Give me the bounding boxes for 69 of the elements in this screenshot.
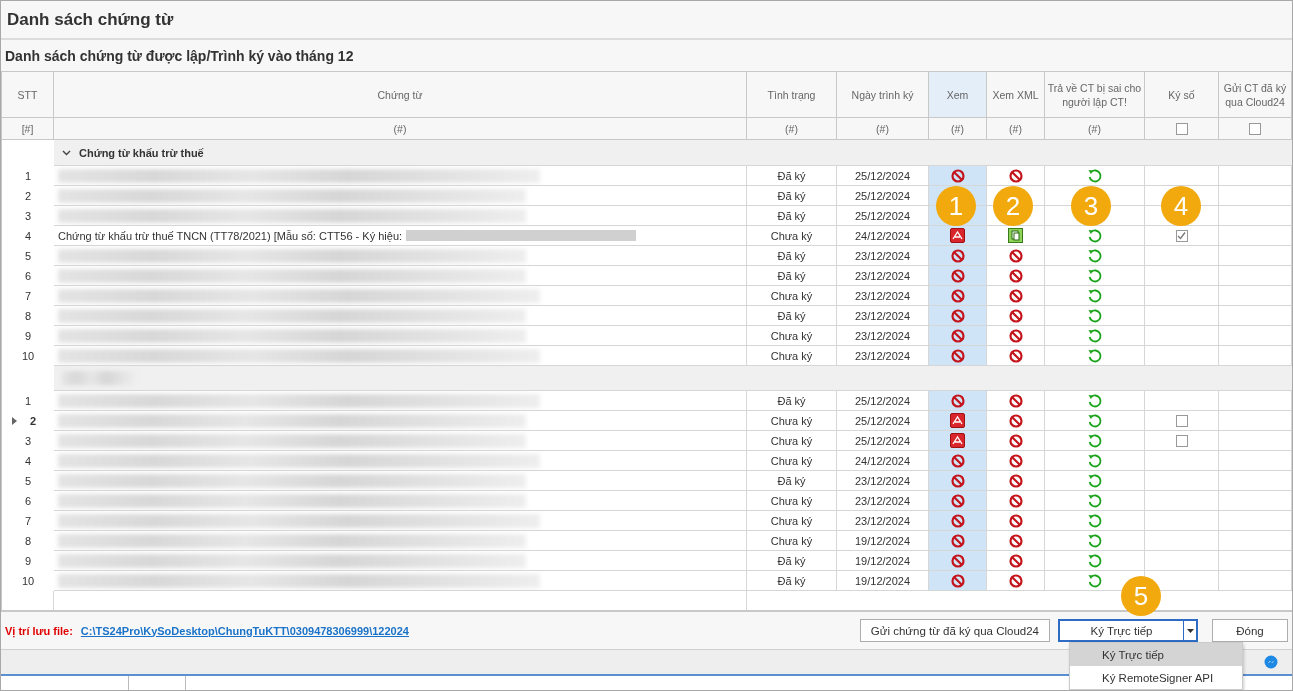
column-header[interactable]: Ngày trình ký (837, 72, 929, 118)
status-cell: Chưa ký (747, 431, 837, 451)
close-button[interactable]: Đóng (1212, 619, 1288, 642)
date-cell: 19/12/2024 (837, 551, 929, 571)
column-header[interactable]: Xem (929, 72, 987, 118)
status-cell: Đã ký (747, 471, 837, 491)
date-cell: 25/12/2024 (837, 411, 929, 431)
date-cell: 24/12/2024 (837, 451, 929, 471)
date-cell: 19/12/2024 (837, 531, 929, 551)
status-cell: Chưa ký (747, 491, 837, 511)
status-cell: Chưa ký (747, 531, 837, 551)
date-cell: 23/12/2024 (837, 491, 929, 511)
file-path-link[interactable]: C:\TS24Pro\KySoDesktop\ChungTuKTT\0309478306999\122024 (80, 624, 409, 637)
date-cell: 19/12/2024 (837, 571, 929, 591)
status-cell: Đã ký (747, 166, 837, 186)
date-cell: 25/12/2024 (837, 166, 929, 186)
column-header[interactable]: Xem XML (987, 72, 1045, 118)
filter-cell[interactable]: (#) (987, 118, 1045, 140)
list-heading: Danh sách chứng từ được lập/Trình ký vào tháng 12 (5, 47, 354, 64)
sign-split-button[interactable]: Ký Trực tiếp (1058, 619, 1198, 642)
document-name: Chứng từ khấu trừ thuế TNCN (TT78/2021) [Mẫu số: CTT56 - Ký hiệu: (58, 229, 403, 242)
date-cell: 23/12/2024 (837, 471, 929, 491)
status-cell: Chưa ký (747, 451, 837, 471)
filter-cell[interactable]: (#) (54, 118, 747, 140)
send-cloud-button[interactable]: Gửi chứng từ đã ký qua Cloud24 (859, 619, 1050, 642)
date-cell: 23/12/2024 (837, 326, 929, 346)
date-cell: 23/12/2024 (837, 306, 929, 326)
filter-cell[interactable]: (#) (837, 118, 929, 140)
column-header[interactable]: Tình trạng (747, 72, 837, 118)
status-cell: Chưa ký (747, 286, 837, 306)
date-cell: 23/12/2024 (837, 346, 929, 366)
status-cell: Đã ký (747, 266, 837, 286)
filter-cell[interactable]: (#) (747, 118, 837, 140)
group-row[interactable]: Chứng từ khấu trừ thuế (54, 140, 1292, 166)
date-cell: 23/12/2024 (837, 246, 929, 266)
status-cell: Đã ký (747, 391, 837, 411)
column-header[interactable]: Trả về CT bị sai cho người lập CT! (1045, 72, 1145, 118)
date-cell: 25/12/2024 (837, 391, 929, 411)
date-cell: 23/12/2024 (837, 266, 929, 286)
status-cell: Chưa ký (747, 346, 837, 366)
column-header[interactable]: Gửi CT đã ký qua Cloud24 (1219, 72, 1292, 118)
filter-cell[interactable]: (#) (1045, 118, 1145, 140)
status-cell: Chưa ký (747, 326, 837, 346)
status-cell: Đã ký (747, 551, 837, 571)
menu-item[interactable]: Ký Trực tiếp (1070, 643, 1242, 666)
status-cell: Đã ký (747, 571, 837, 591)
file-location-label: Vị trí lưu file: (5, 624, 73, 637)
status-cell: Chưa ký (747, 226, 837, 246)
filter-cell[interactable]: [#] (2, 118, 54, 140)
status-cell: Đã ký (747, 306, 837, 326)
date-cell: 25/12/2024 (837, 206, 929, 226)
date-cell: 23/12/2024 (837, 286, 929, 306)
sign-button[interactable]: Ký Trực tiếp (1060, 621, 1184, 640)
status-cell: Đã ký (747, 186, 837, 206)
group-label: Chứng từ khấu trừ thuế (79, 146, 204, 159)
date-cell: 25/12/2024 (837, 431, 929, 451)
date-cell: 25/12/2024 (837, 186, 929, 206)
status-cell: Đã ký (747, 206, 837, 226)
date-cell: 24/12/2024 (837, 226, 929, 246)
column-header[interactable]: Ký số (1145, 72, 1219, 118)
status-cell: Đã ký (747, 246, 837, 266)
date-cell: 23/12/2024 (837, 511, 929, 531)
filter-cell[interactable]: (#) (929, 118, 987, 140)
menu-item[interactable]: Ký RemoteSigner API (1070, 666, 1242, 689)
column-header[interactable]: Chứng từ (54, 72, 747, 118)
status-cell: Chưa ký (747, 411, 837, 431)
status-cell: Chưa ký (747, 511, 837, 531)
window-title: Danh sách chứng từ (7, 9, 174, 30)
column-header[interactable]: STT (2, 72, 54, 118)
